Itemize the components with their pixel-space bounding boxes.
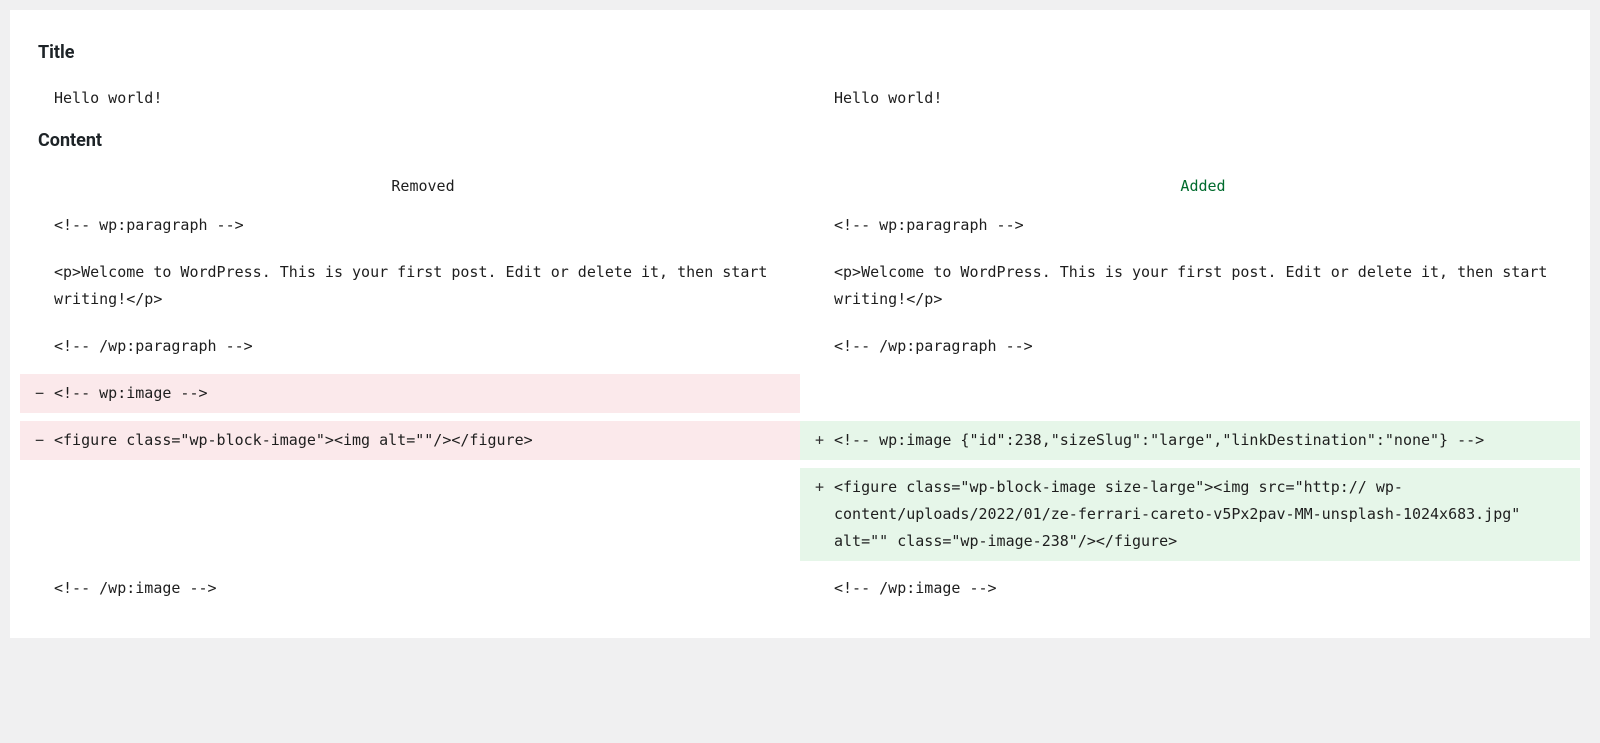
diff-marker-right [800, 79, 830, 118]
diff-marker-right [800, 327, 830, 366]
content-section-heading: Content [38, 130, 1580, 151]
diff-marker-left [20, 327, 50, 366]
title-left-value: Hello world! [50, 79, 800, 118]
diff-line-left: <!-- /wp:image --> [50, 569, 800, 608]
diff-line-left: <!-- wp:paragraph --> [50, 206, 800, 245]
diff-line-left: <!-- wp:image --> [50, 374, 800, 413]
diff-line-right: <figure class="wp-block-image size-large… [830, 468, 1580, 561]
diff-marker-right [800, 206, 830, 245]
diff-line-right: <p>Welcome to WordPress. This is your fi… [830, 253, 1580, 319]
diff-marker-left: − [20, 374, 50, 413]
diff-line-right [830, 374, 1580, 413]
diff-marker-left [20, 253, 50, 319]
revision-diff-panel: Title Hello world! Hello world! Content [10, 10, 1590, 638]
diff-line-right: <!-- /wp:paragraph --> [830, 327, 1580, 366]
diff-marker-right [800, 374, 830, 413]
added-column-header: Added [830, 167, 1580, 206]
title-section-heading: Title [38, 42, 1580, 63]
diff-marker-right [800, 253, 830, 319]
diff-marker-right: + [800, 421, 830, 460]
diff-row: −<!-- wp:image --> [20, 374, 1580, 413]
diff-line-right: <!-- wp:image {"id":238,"sizeSlug":"larg… [830, 421, 1580, 460]
diff-line-right: <!-- /wp:image --> [830, 569, 1580, 608]
diff-row: <!-- /wp:image --> <!-- /wp:image --> [20, 569, 1580, 608]
removed-column-header: Removed [50, 167, 800, 206]
title-right-value: Hello world! [830, 79, 1580, 118]
diff-line-left: <p>Welcome to WordPress. This is your fi… [50, 253, 800, 319]
diff-marker-left: − [20, 421, 50, 460]
diff-line-left: <!-- /wp:paragraph --> [50, 327, 800, 366]
title-diff-table: Hello world! Hello world! [20, 79, 1580, 118]
content-diff-table: Removed Added <!-- wp:paragraph --><!-- … [20, 167, 1580, 608]
diff-marker-left [20, 569, 50, 608]
diff-row: <!-- wp:paragraph --> <!-- wp:paragraph -… [20, 206, 1580, 245]
diff-row: −<figure class="wp-block-image"><img alt… [20, 421, 1580, 460]
diff-marker-left [20, 206, 50, 245]
page-wrapper: Title Hello world! Hello world! Content [0, 0, 1600, 648]
diff-line-left: <figure class="wp-block-image"><img alt=… [50, 421, 800, 460]
diff-row: +<figure class="wp-block-image size-larg… [20, 468, 1580, 561]
diff-row: <!-- /wp:paragraph --> <!-- /wp:paragraph… [20, 327, 1580, 366]
diff-row: <p>Welcome to WordPress. This is your fi… [20, 253, 1580, 319]
column-header-row: Removed Added [20, 167, 1580, 206]
diff-line-right: <!-- wp:paragraph --> [830, 206, 1580, 245]
diff-marker-right [800, 569, 830, 608]
title-diff-row: Hello world! Hello world! [20, 79, 1580, 118]
diff-marker-right: + [800, 468, 830, 561]
diff-line-left [50, 468, 800, 561]
diff-marker-left [20, 468, 50, 561]
diff-marker-left [20, 79, 50, 118]
